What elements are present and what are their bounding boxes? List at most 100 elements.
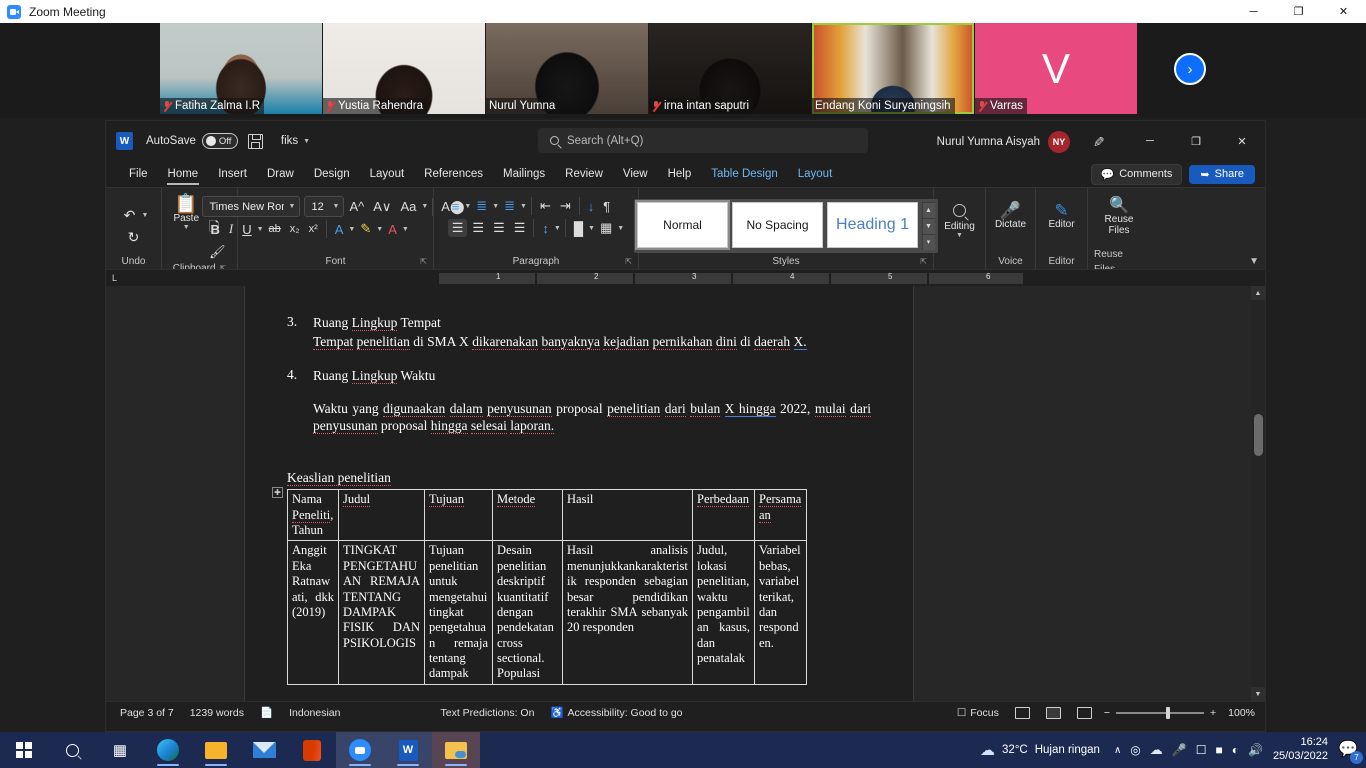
decrease-font-size-icon[interactable]: A∨ [369, 198, 395, 216]
subscript-button[interactable]: x₂ [286, 222, 304, 236]
underline-dropdown-icon[interactable]: ▼ [257, 226, 264, 233]
zoom-slider[interactable]: − + 100% [1104, 706, 1259, 719]
bold-button[interactable]: B [206, 221, 223, 238]
tab-mailings[interactable]: Mailings [493, 165, 555, 184]
decrease-indent-icon[interactable]: ⇤ [536, 197, 555, 215]
font-color-icon[interactable]: A [384, 221, 401, 238]
style-no-spacing[interactable]: No Spacing [732, 202, 823, 248]
document-filename[interactable]: fiks ▼ [281, 135, 310, 147]
tab-file[interactable]: File [119, 165, 158, 184]
participant-tile[interactable]: Yustia Rahendra [323, 23, 485, 114]
paste-button[interactable]: 📋 Paste ▼ [169, 195, 203, 233]
tab-references[interactable]: References [414, 165, 493, 184]
zoom-tray-icon[interactable]: ◎ [1130, 743, 1140, 757]
tab-insert[interactable]: Insert [208, 165, 257, 184]
text-highlight-color-icon[interactable]: ✎ [356, 220, 375, 238]
comments-button[interactable]: 💬 Comments [1090, 163, 1183, 185]
numbering-icon[interactable]: ≣ [472, 197, 491, 215]
styles-scroll-up-button[interactable]: ▲ [922, 202, 935, 218]
scrollbar-thumb[interactable] [1253, 414, 1263, 456]
editing-button[interactable]: Editing ▼ [940, 202, 979, 241]
zoom-minimize-button[interactable]: ─ [1231, 0, 1276, 23]
zoom-maximize-button[interactable]: ❐ [1276, 0, 1321, 23]
tab-table-layout[interactable]: Layout [788, 165, 843, 184]
word-close-button[interactable]: ✕ [1219, 121, 1265, 161]
taskbar-app-file-explorer[interactable] [192, 732, 240, 768]
multilevel-dropdown-icon[interactable]: ▼ [520, 203, 527, 210]
focus-mode-button[interactable]: ☐ Focus [949, 707, 1007, 719]
task-view-button[interactable]: ▦ [96, 732, 144, 768]
redo-button[interactable]: ↻ [123, 227, 145, 247]
style-heading-1[interactable]: Heading 1 [827, 202, 918, 248]
tab-design[interactable]: Design [304, 165, 360, 184]
tab-home[interactable]: Home [158, 165, 209, 185]
accessibility-status[interactable]: ♿ Accessibility: Good to go [542, 706, 690, 720]
tab-view[interactable]: View [613, 165, 658, 184]
page-indicator[interactable]: Page 3 of 7 [112, 707, 182, 719]
collapse-ribbon-button[interactable]: ▼ [1249, 256, 1259, 267]
participant-tile[interactable]: Nurul Yumna [486, 23, 648, 114]
share-button[interactable]: ➥ Share [1189, 164, 1255, 184]
volume-icon[interactable]: 🔊 [1248, 743, 1263, 757]
italic-button[interactable]: I [225, 220, 237, 238]
shading-dropdown-icon[interactable]: ▼ [588, 225, 595, 232]
microphone-icon[interactable]: 🎤 [1172, 743, 1187, 757]
styles-more-button[interactable]: ▾ [922, 234, 935, 250]
scroll-down-button[interactable]: ▼ [1251, 687, 1265, 701]
horizontal-ruler[interactable]: L 1 2 3 4 5 6 [106, 269, 1265, 286]
onedrive-icon[interactable]: ☁ [1150, 742, 1163, 758]
numbering-dropdown-icon[interactable]: ▼ [492, 203, 499, 210]
tab-table-design[interactable]: Table Design [701, 165, 787, 184]
autosave-control[interactable]: AutoSave Off [146, 133, 238, 149]
font-dialog-launcher[interactable]: ⇱ [420, 254, 427, 269]
font-family-combobox[interactable]: Times New Roman ▼ [202, 196, 301, 217]
taskbar-clock[interactable]: 16:24 25/03/2022 [1273, 736, 1328, 764]
styles-gallery[interactable]: Normal No Spacing Heading 1 ▲ ▼ ▾ [634, 199, 938, 253]
word-minimize-button[interactable]: ─ [1127, 121, 1173, 161]
participant-tile[interactable]: Fatiha Zalma I.R [160, 23, 322, 114]
participant-tile[interactable]: irna intan saputri [649, 23, 811, 114]
show-hidden-icons-button[interactable]: ∧ [1114, 745, 1121, 756]
word-restore-button[interactable]: ❐ [1173, 121, 1219, 161]
undo-dropdown-icon[interactable]: ▼ [142, 212, 149, 219]
tab-stop-marker[interactable]: L [112, 273, 117, 283]
taskbar-app-microsoft-office[interactable] [288, 732, 336, 768]
shading-icon[interactable]: █ [570, 220, 587, 237]
language-indicator[interactable]: Indonesian [281, 707, 348, 719]
print-layout-button[interactable] [1038, 706, 1069, 719]
superscript-button[interactable]: x² [305, 222, 322, 236]
word-count[interactable]: 1239 words [182, 707, 252, 719]
document-canvas[interactable]: 3. Ruang Lingkup Tempat Tempat penelitia… [106, 286, 1265, 701]
table-move-handle-icon[interactable]: ✚ [272, 487, 283, 499]
zoom-level[interactable]: 100% [1228, 707, 1255, 719]
style-normal[interactable]: Normal [635, 200, 730, 250]
web-layout-button[interactable] [1069, 706, 1100, 719]
ink-pen-icon[interactable]: ✎ [1093, 134, 1105, 151]
bullets-icon[interactable]: ≡ [448, 198, 464, 215]
next-participants-page-button[interactable]: › [1174, 53, 1206, 85]
zoom-close-button[interactable]: ✕ [1321, 0, 1366, 23]
text-effects-icon[interactable]: A [331, 221, 348, 238]
change-case-icon[interactable]: Aa [396, 198, 420, 215]
participant-tile[interactable]: V Varras [975, 23, 1137, 114]
account-info[interactable]: Nurul Yumna Aisyah NY [937, 131, 1070, 153]
document-page[interactable]: 3. Ruang Lingkup Tempat Tempat penelitia… [244, 286, 914, 701]
highlight-dropdown-icon[interactable]: ▼ [376, 226, 383, 233]
text-effects-dropdown-icon[interactable]: ▼ [348, 226, 355, 233]
borders-dropdown-icon[interactable]: ▼ [617, 225, 624, 232]
paragraph-dialog-launcher[interactable]: ⇱ [625, 254, 632, 269]
taskbar-app-mail[interactable] [240, 732, 288, 768]
taskbar-app-microsoft-word[interactable]: W [384, 732, 432, 768]
wifi-icon[interactable]: ◐ [1232, 743, 1239, 757]
read-mode-button[interactable] [1007, 706, 1038, 719]
taskbar-app-onedrive-folder[interactable] [432, 732, 480, 768]
battery-icon[interactable]: ■ [1215, 743, 1222, 757]
taskbar-search-button[interactable] [48, 732, 96, 768]
notification-center-button[interactable]: 💬 7 [1338, 739, 1363, 764]
line-spacing-dropdown-icon[interactable]: ▼ [554, 225, 561, 232]
increase-indent-icon[interactable]: ⇥ [556, 197, 575, 215]
autosave-toggle[interactable]: Off [201, 133, 238, 149]
paste-dropdown-icon[interactable]: ▼ [183, 224, 190, 231]
increase-font-size-icon[interactable]: A^ [345, 198, 368, 215]
screenshot-icon[interactable]: ☐ [1196, 743, 1207, 757]
